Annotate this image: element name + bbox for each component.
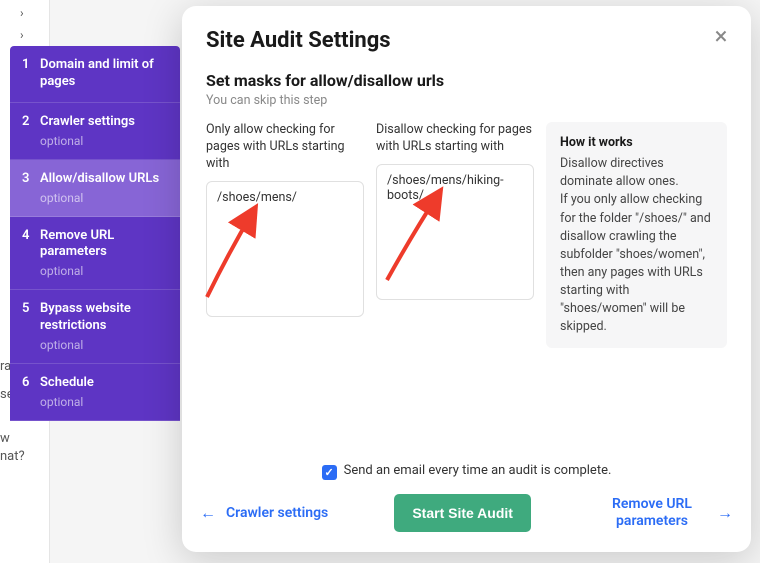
disallow-column: Disallow checking for pages with URLs st… [376, 122, 534, 348]
allow-value: /shoes/mens/ [217, 190, 353, 205]
allow-label: Only allow checking for pages with URLs … [206, 122, 364, 173]
allow-textarea[interactable]: /shoes/mens/ [206, 181, 364, 317]
step-label: Domain and limit of pages [40, 57, 168, 91]
start-site-audit-button[interactable]: Start Site Audit [394, 494, 531, 532]
modal-footer: ← Crawler settings Start Site Audit Remo… [200, 494, 733, 532]
sidebar-item-domain-limit[interactable]: 1 Domain and limit of pages [10, 46, 180, 103]
step-optional: optional [40, 395, 168, 409]
step-label: Allow/disallow URLs [40, 171, 168, 188]
sidebar-item-bypass-restrictions[interactable]: 5 Bypass website restrictions optional [10, 290, 180, 364]
allow-column: Only allow checking for pages with URLs … [206, 122, 364, 348]
chevron-right-icon[interactable]: › [20, 6, 24, 20]
settings-modal: × Site Audit Settings Set masks for allo… [182, 6, 751, 552]
modal-title: Site Audit Settings [206, 28, 727, 53]
prev-step-link[interactable]: ← Crawler settings [200, 503, 328, 522]
steps-sidebar: 1 Domain and limit of pages 2 Crawler se… [10, 46, 180, 421]
sidebar-item-remove-url-params[interactable]: 4 Remove URL parameters optional [10, 217, 180, 291]
how-it-works-body: Disallow directives dominate allow ones.… [560, 155, 713, 336]
step-label: Bypass website restrictions [40, 301, 168, 335]
section-title: Set masks for allow/disallow urls [206, 71, 727, 90]
step-number: 3 [22, 171, 40, 186]
step-label: Crawler settings [40, 114, 168, 131]
step-optional: optional [40, 264, 168, 278]
content-columns: Only allow checking for pages with URLs … [206, 122, 727, 348]
step-number: 1 [22, 57, 40, 72]
step-number: 4 [22, 228, 40, 243]
next-step-link[interactable]: Remove URL parameters → [597, 496, 733, 530]
close-icon: × [715, 22, 728, 50]
arrow-right-icon: → [717, 503, 733, 522]
close-button[interactable]: × [707, 22, 735, 50]
background-text: w nat? [0, 430, 25, 466]
step-label: Remove URL parameters [40, 228, 168, 262]
checkmark-icon: ✓ [324, 466, 333, 479]
annotation-arrow-icon [199, 202, 289, 302]
sidebar-item-allow-disallow[interactable]: 3 Allow/disallow URLs optional [10, 160, 180, 217]
step-label: Schedule [40, 375, 168, 392]
email-notification-row: ✓ Send an email every time an audit is c… [182, 463, 751, 480]
how-it-works-box: How it works Disallow directives dominat… [546, 122, 727, 348]
chevron-right-icon[interactable]: › [20, 28, 24, 42]
step-optional: optional [40, 191, 168, 205]
next-step-label: Remove URL parameters [597, 496, 707, 530]
skip-hint: You can skip this step [206, 93, 727, 108]
disallow-textarea[interactable]: /shoes/mens/hiking-boots/ [376, 164, 534, 300]
sidebar-item-crawler-settings[interactable]: 2 Crawler settings optional [10, 103, 180, 160]
email-checkbox[interactable]: ✓ [322, 465, 337, 480]
step-optional: optional [40, 338, 168, 352]
prev-step-label: Crawler settings [226, 505, 328, 522]
email-label: Send an email every time an audit is com… [344, 463, 612, 478]
disallow-label: Disallow checking for pages with URLs st… [376, 122, 534, 156]
disallow-value: /shoes/mens/hiking-boots/ [387, 173, 523, 203]
sidebar-item-schedule[interactable]: 6 Schedule optional [10, 364, 180, 421]
step-optional: optional [40, 134, 168, 148]
step-number: 6 [22, 375, 40, 390]
how-it-works-title: How it works [560, 134, 713, 152]
step-number: 5 [22, 301, 40, 316]
step-number: 2 [22, 114, 40, 129]
arrow-left-icon: ← [200, 503, 216, 522]
